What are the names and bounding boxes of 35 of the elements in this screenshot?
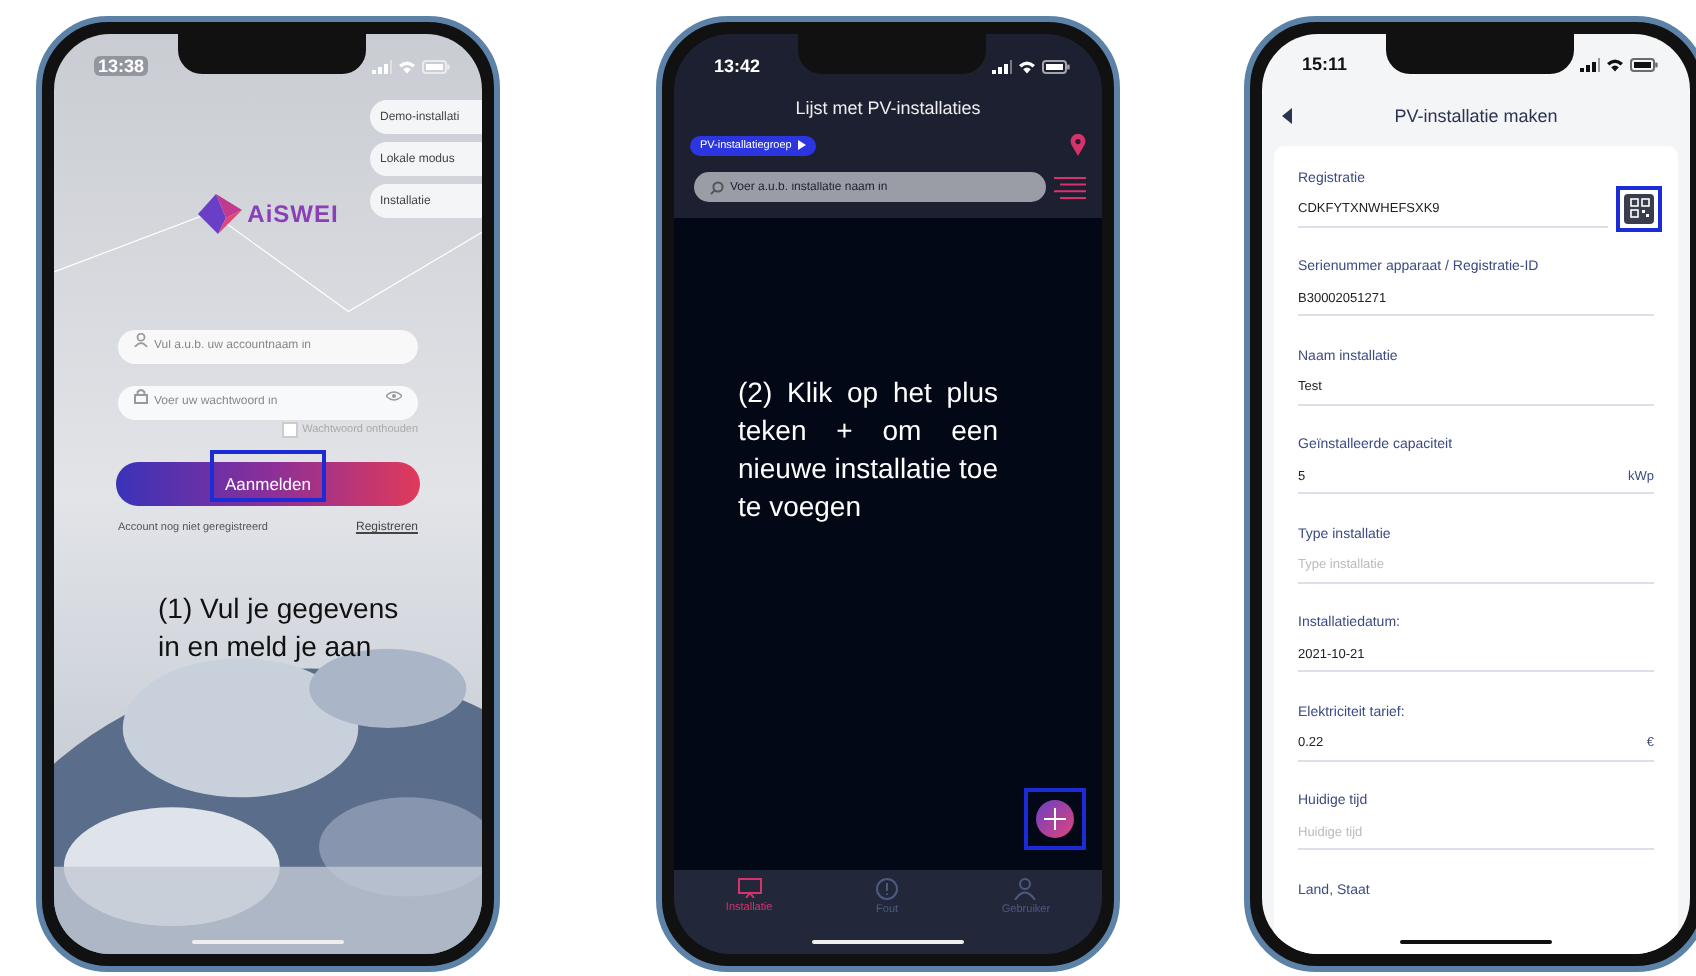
status-time: 13:42 (714, 56, 761, 76)
login-button[interactable]: Aanmelden (116, 462, 420, 506)
search-icon (710, 180, 724, 194)
signal-icon (992, 59, 1012, 73)
back-icon[interactable] (1282, 107, 1292, 123)
qr-code-icon (1629, 198, 1649, 218)
logo-icon (197, 194, 242, 234)
add-button[interactable] (1036, 800, 1074, 838)
location-pin-icon[interactable] (1070, 134, 1086, 156)
qr-scan-button[interactable] (1624, 193, 1654, 223)
battery-icon (422, 59, 450, 73)
menu-icon[interactable] (1054, 175, 1086, 199)
battery-icon (1630, 57, 1658, 72)
alert-icon (876, 878, 899, 900)
triangle-icon (797, 140, 806, 150)
user-icon (134, 332, 148, 346)
lock-icon (134, 387, 148, 403)
wifi-icon (398, 59, 416, 73)
monitor-icon (737, 878, 762, 898)
person-icon (1014, 878, 1037, 900)
wifi-icon (1606, 57, 1624, 72)
wifi-icon (1018, 59, 1036, 73)
screen-title: PV-installatie maken (1392, 105, 1560, 125)
plus-icon (1044, 808, 1066, 830)
annotation-text: (1) Vul je gegevens in en meld je aan (158, 590, 401, 666)
eye-icon[interactable] (386, 390, 402, 400)
logo-text: AiSWEI (247, 200, 339, 228)
status-time: 15:11 (1302, 54, 1348, 75)
status-time: 13:38 (94, 56, 149, 76)
annotation-text: (2) Klik op het plus teken + om een nieuwe installatie toe te voegen (738, 374, 998, 526)
checkbox[interactable] (282, 422, 299, 438)
signal-icon (372, 59, 392, 73)
signal-icon (1580, 57, 1600, 72)
battery-icon (1042, 59, 1070, 73)
screen-title: Lijst met PV-installaties (793, 98, 983, 118)
